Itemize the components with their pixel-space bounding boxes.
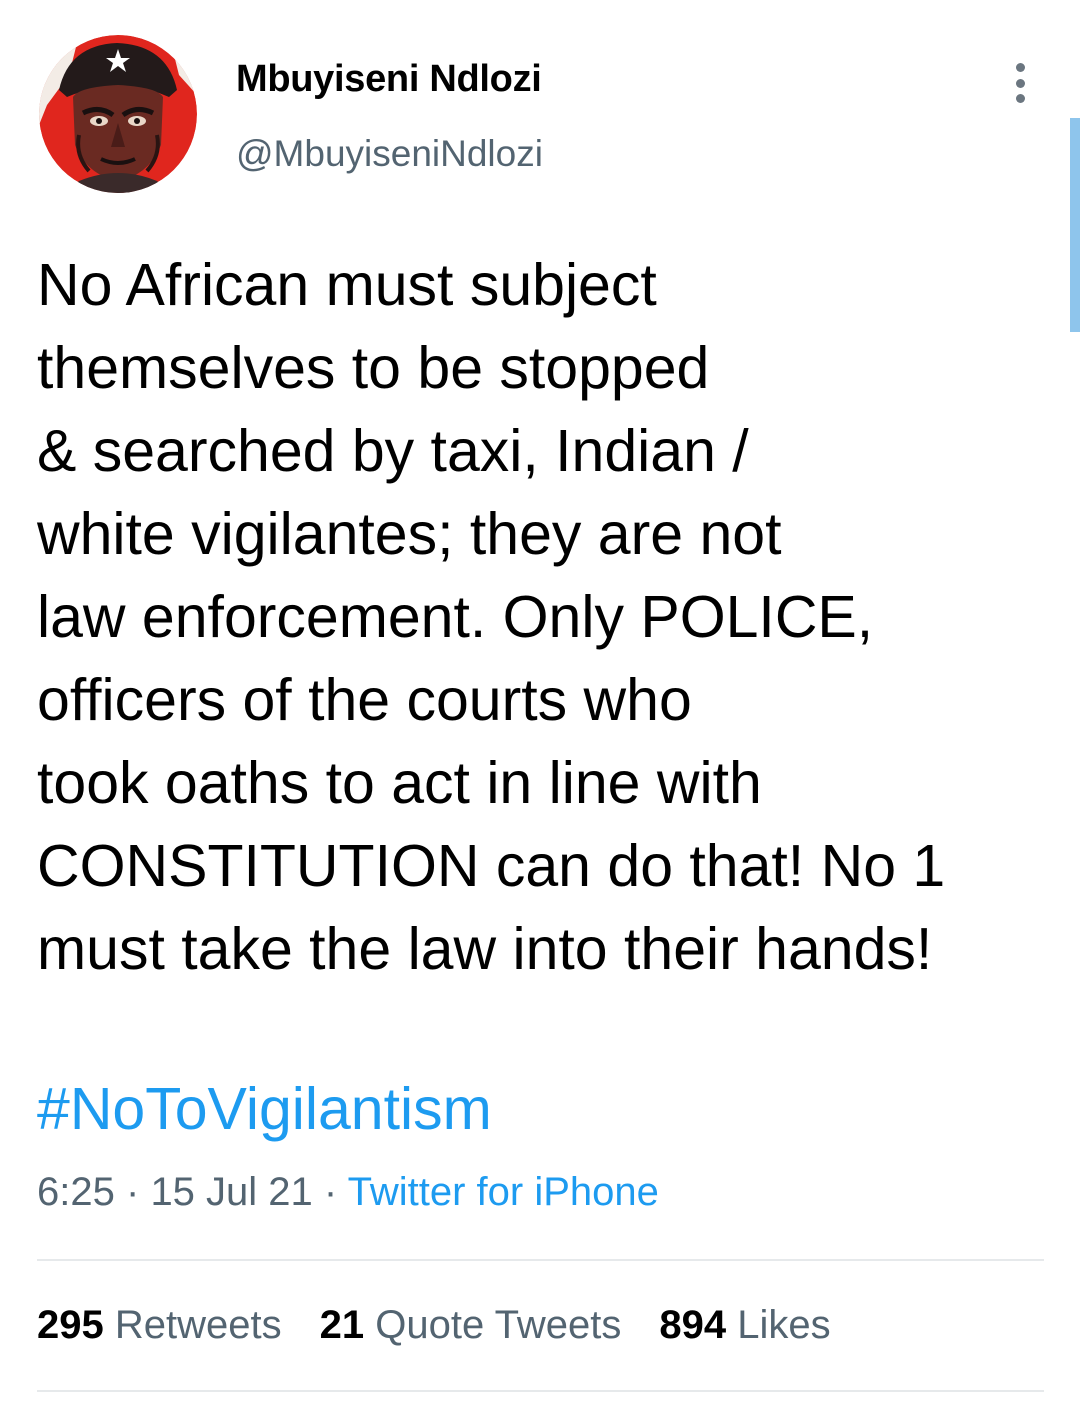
- tweet-text: No African must subject themselves to be…: [37, 244, 1047, 991]
- tweet-text-line: law enforcement. Only POLICE,: [37, 584, 874, 650]
- quote-tweets-stat[interactable]: 21 Quote Tweets: [320, 1303, 622, 1348]
- tweet-text-line: must take the law into their hands!: [37, 916, 933, 982]
- retweets-count: 295: [37, 1303, 104, 1347]
- likes-stat[interactable]: 894 Likes: [659, 1303, 830, 1348]
- more-vertical-icon: [1015, 63, 1025, 72]
- quote-tweets-label: Quote Tweets: [375, 1303, 622, 1347]
- more-vertical-icon: [1015, 94, 1025, 103]
- meta-separator: ·: [323, 1170, 338, 1214]
- tweet-source-link[interactable]: Twitter for iPhone: [348, 1170, 659, 1214]
- hashtag-link[interactable]: #NoToVigilantism: [37, 1068, 492, 1151]
- likes-label: Likes: [737, 1303, 831, 1347]
- tweet-stats: 295 Retweets 21 Quote Tweets 894 Likes: [37, 1303, 831, 1348]
- author-name[interactable]: Mbuyiseni Ndlozi: [236, 58, 542, 101]
- avatar[interactable]: [39, 35, 197, 193]
- scrollbar[interactable]: [1070, 118, 1080, 332]
- more-options-button[interactable]: [1000, 58, 1040, 108]
- avatar-portrait-icon: [39, 35, 197, 193]
- retweets-stat[interactable]: 295 Retweets: [37, 1303, 282, 1348]
- tweet-text-line: CONSTITUTION can do that! No 1: [37, 833, 946, 899]
- divider: [37, 1259, 1044, 1261]
- author-handle[interactable]: @MbuyiseniNdlozi: [236, 133, 543, 175]
- tweet-text-line: took oaths to act in line with: [37, 750, 762, 816]
- quote-tweets-count: 21: [319, 1303, 365, 1347]
- tweet-text-line: No African must subject: [37, 252, 657, 318]
- tweet-detail-view: Mbuyiseni Ndlozi @MbuyiseniNdlozi No Afr…: [0, 0, 1080, 1401]
- tweet-date: 15 Jul 21: [150, 1170, 313, 1214]
- meta-separator: ·: [125, 1170, 140, 1214]
- more-vertical-icon: [1015, 78, 1025, 88]
- tweet-text-line: & searched by taxi, Indian /: [37, 418, 749, 484]
- retweets-label: Retweets: [114, 1303, 282, 1347]
- tweet-time: 6:25: [37, 1170, 115, 1214]
- divider: [37, 1390, 1044, 1392]
- tweet-text-line: officers of the courts who: [37, 667, 692, 733]
- tweet-meta: 6:25 · 15 Jul 21 · Twitter for iPhone: [37, 1170, 659, 1215]
- likes-count: 894: [659, 1303, 727, 1347]
- tweet-text-line: white vigilantes; they are not: [37, 501, 782, 567]
- tweet-text-line: themselves to be stopped: [37, 335, 710, 401]
